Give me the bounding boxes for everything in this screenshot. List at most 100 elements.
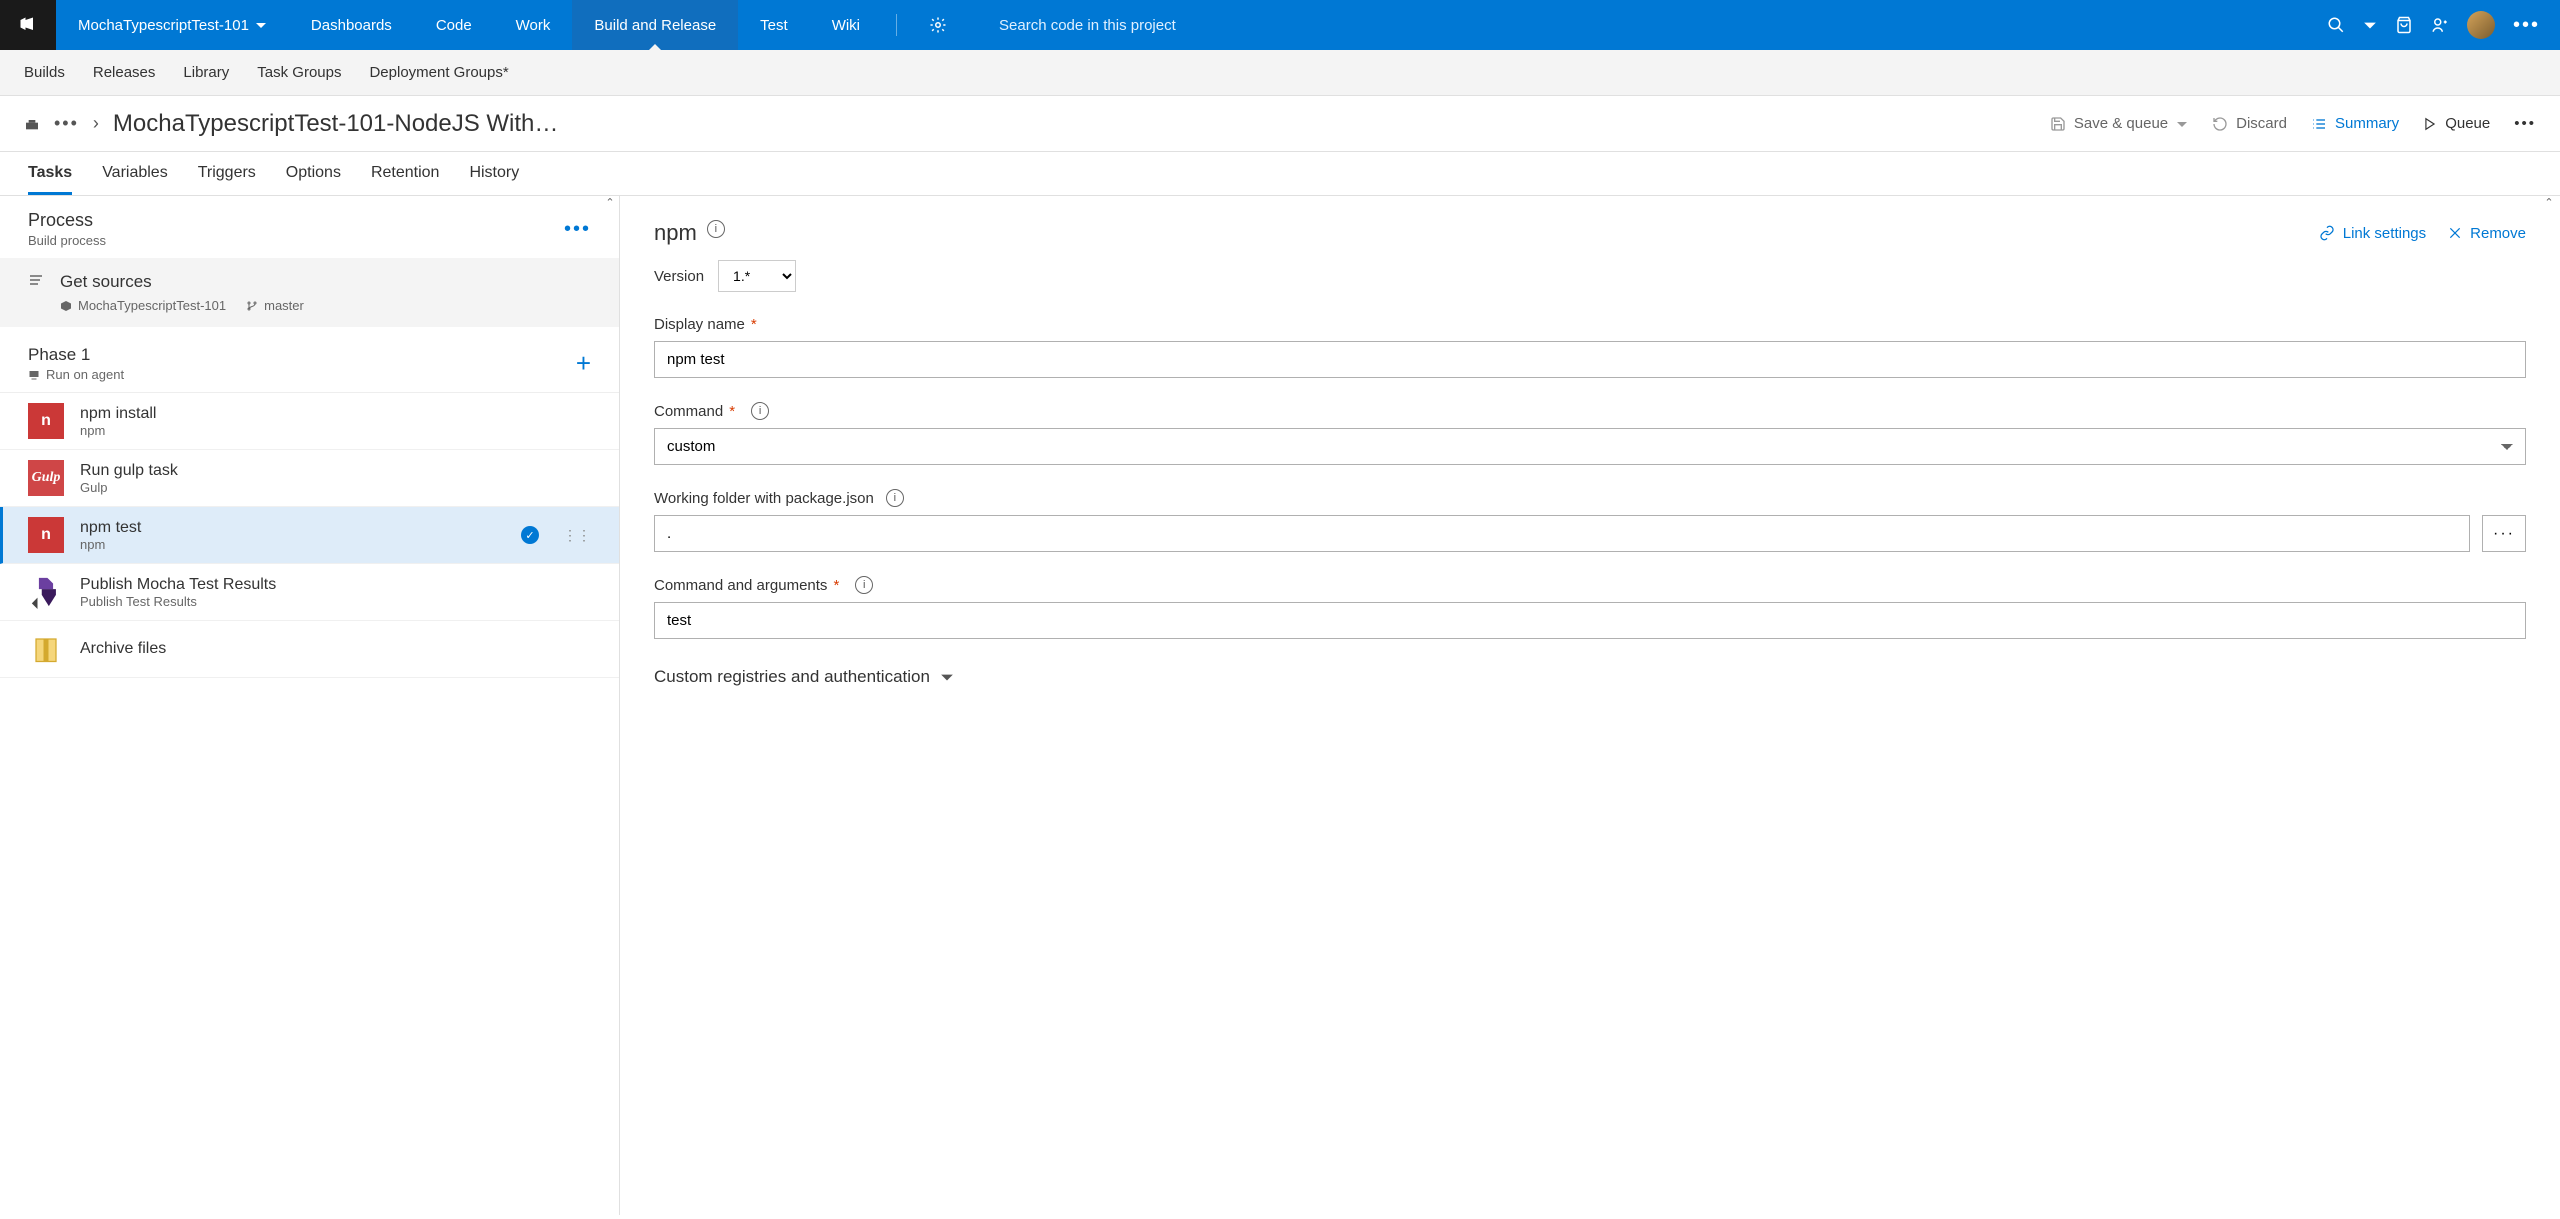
repo-icon bbox=[60, 300, 72, 312]
info-icon[interactable]: i bbox=[886, 489, 904, 507]
list-icon bbox=[2311, 116, 2327, 132]
undo-icon bbox=[2212, 116, 2228, 132]
project-selector[interactable]: MochaTypescriptTest-101 bbox=[56, 0, 289, 50]
display-name-input[interactable] bbox=[654, 341, 2526, 378]
agent-icon bbox=[28, 369, 40, 381]
add-task-button[interactable]: + bbox=[576, 348, 591, 379]
info-icon[interactable]: i bbox=[707, 220, 725, 238]
page-title: MochaTypescriptTest-101-NodeJS With… bbox=[113, 110, 559, 138]
version-select[interactable]: 1.* bbox=[718, 260, 796, 292]
info-icon[interactable]: i bbox=[855, 576, 873, 594]
process-sub: Build process bbox=[28, 233, 106, 248]
task-row[interactable]: Gulp Run gulp task Gulp bbox=[0, 450, 619, 507]
field-display-name: Display name* bbox=[654, 316, 2526, 378]
task-row[interactable]: n npm test npm ✓ ⋮⋮ bbox=[0, 507, 619, 564]
process-more[interactable]: ••• bbox=[564, 218, 591, 241]
remove-button[interactable]: Remove bbox=[2448, 225, 2526, 242]
chevron-right-icon: › bbox=[93, 113, 99, 134]
tab-triggers[interactable]: Triggers bbox=[198, 164, 256, 195]
info-icon[interactable]: i bbox=[751, 402, 769, 420]
save-queue-button[interactable]: Save & queue bbox=[2050, 115, 2188, 132]
scroll-up-icon[interactable]: ⌃ bbox=[2540, 196, 2558, 214]
arguments-input[interactable] bbox=[654, 602, 2526, 639]
more-icon[interactable]: ••• bbox=[2513, 14, 2540, 37]
subnav-releases[interactable]: Releases bbox=[93, 64, 156, 81]
task-type: Gulp bbox=[80, 480, 178, 495]
nav-work[interactable]: Work bbox=[494, 0, 573, 50]
task-name: Publish Mocha Test Results bbox=[80, 576, 276, 594]
avatar[interactable] bbox=[2467, 11, 2495, 39]
task-type: npm bbox=[80, 423, 156, 438]
tab-retention[interactable]: Retention bbox=[371, 164, 440, 195]
nav-test[interactable]: Test bbox=[738, 0, 810, 50]
search-icon[interactable] bbox=[2327, 16, 2345, 34]
tab-options[interactable]: Options bbox=[286, 164, 341, 195]
main: ⌃ Process Build process ••• Get sources … bbox=[0, 196, 2560, 1215]
gulp-icon: Gulp bbox=[28, 460, 64, 496]
topbar-right: ••• bbox=[2307, 11, 2560, 39]
chevron-down-icon bbox=[940, 670, 954, 684]
version-label: Version bbox=[654, 268, 704, 285]
scroll-up-icon[interactable]: ⌃ bbox=[601, 196, 619, 214]
build-def-icon[interactable] bbox=[24, 116, 40, 132]
search-box[interactable] bbox=[995, 9, 1315, 42]
tab-tasks[interactable]: Tasks bbox=[28, 164, 72, 195]
sources-title: Get sources bbox=[60, 272, 304, 292]
gear-icon bbox=[929, 16, 947, 34]
check-icon: ✓ bbox=[521, 526, 539, 544]
shop-icon[interactable] bbox=[2395, 16, 2413, 34]
task-type: npm bbox=[80, 537, 141, 552]
nav-build-release[interactable]: Build and Release bbox=[572, 0, 738, 50]
titlebar: ••• › MochaTypescriptTest-101-NodeJS Wit… bbox=[0, 96, 2560, 152]
browse-button[interactable]: ··· bbox=[2482, 515, 2526, 552]
phase-header[interactable]: Phase 1 Run on agent + bbox=[0, 327, 619, 393]
more-actions[interactable]: ••• bbox=[2514, 115, 2536, 132]
nav-dashboards[interactable]: Dashboards bbox=[289, 0, 414, 50]
collapsible-registries[interactable]: Custom registries and authentication bbox=[654, 667, 2526, 687]
settings-gear[interactable] bbox=[911, 16, 965, 34]
chevron-down-icon bbox=[2176, 118, 2188, 130]
search-input[interactable] bbox=[995, 9, 1315, 42]
vsts-logo[interactable] bbox=[0, 0, 56, 50]
nav-divider bbox=[896, 14, 897, 36]
subnav-task-groups[interactable]: Task Groups bbox=[257, 64, 341, 81]
task-name: npm install bbox=[80, 405, 156, 423]
subnav: Builds Releases Library Task Groups Depl… bbox=[0, 50, 2560, 96]
more-icon[interactable]: ••• bbox=[54, 113, 79, 134]
branch-icon bbox=[246, 300, 258, 312]
user-icon[interactable] bbox=[2431, 16, 2449, 34]
process-header[interactable]: Process Build process ••• bbox=[0, 196, 619, 258]
subnav-builds[interactable]: Builds bbox=[24, 64, 65, 81]
field-working-folder: Working folder with package.json i ··· bbox=[654, 489, 2526, 552]
nav-wiki[interactable]: Wiki bbox=[810, 0, 882, 50]
command-select[interactable]: custom bbox=[654, 428, 2526, 465]
task-row[interactable]: Publish Mocha Test Results Publish Test … bbox=[0, 564, 619, 621]
tabs: Tasks Variables Triggers Options Retenti… bbox=[0, 152, 2560, 196]
breadcrumb: ••• › MochaTypescriptTest-101-NodeJS Wit… bbox=[24, 110, 558, 138]
npm-icon: n bbox=[28, 403, 64, 439]
folder-input[interactable] bbox=[654, 515, 2470, 552]
subnav-deployment-groups[interactable]: Deployment Groups* bbox=[369, 64, 508, 81]
queue-button[interactable]: Queue bbox=[2423, 115, 2490, 132]
archive-icon bbox=[28, 631, 64, 667]
tasks-panel: ⌃ Process Build process ••• Get sources … bbox=[0, 196, 620, 1215]
npm-icon: n bbox=[28, 517, 64, 553]
chevron-down-icon bbox=[255, 19, 267, 31]
summary-button[interactable]: Summary bbox=[2311, 115, 2399, 132]
nav-code[interactable]: Code bbox=[414, 0, 494, 50]
task-name: Run gulp task bbox=[80, 462, 178, 480]
task-row[interactable]: Archive files bbox=[0, 621, 619, 678]
task-row[interactable]: n npm install npm bbox=[0, 393, 619, 450]
field-command: Command* i custom bbox=[654, 402, 2526, 465]
tab-history[interactable]: History bbox=[469, 164, 519, 195]
chevron-down-icon[interactable] bbox=[2363, 18, 2377, 32]
discard-button[interactable]: Discard bbox=[2212, 115, 2287, 132]
link-settings-button[interactable]: Link settings bbox=[2319, 225, 2426, 242]
subnav-library[interactable]: Library bbox=[183, 64, 229, 81]
form-header: npm i Link settings Remove bbox=[654, 220, 2526, 246]
drag-handle[interactable]: ⋮⋮ bbox=[563, 527, 591, 544]
version-row: Version 1.* bbox=[654, 260, 2526, 292]
get-sources[interactable]: Get sources MochaTypescriptTest-101 mast… bbox=[0, 258, 619, 327]
title-actions: Save & queue Discard Summary Queue ••• bbox=[2050, 115, 2536, 132]
tab-variables[interactable]: Variables bbox=[102, 164, 168, 195]
